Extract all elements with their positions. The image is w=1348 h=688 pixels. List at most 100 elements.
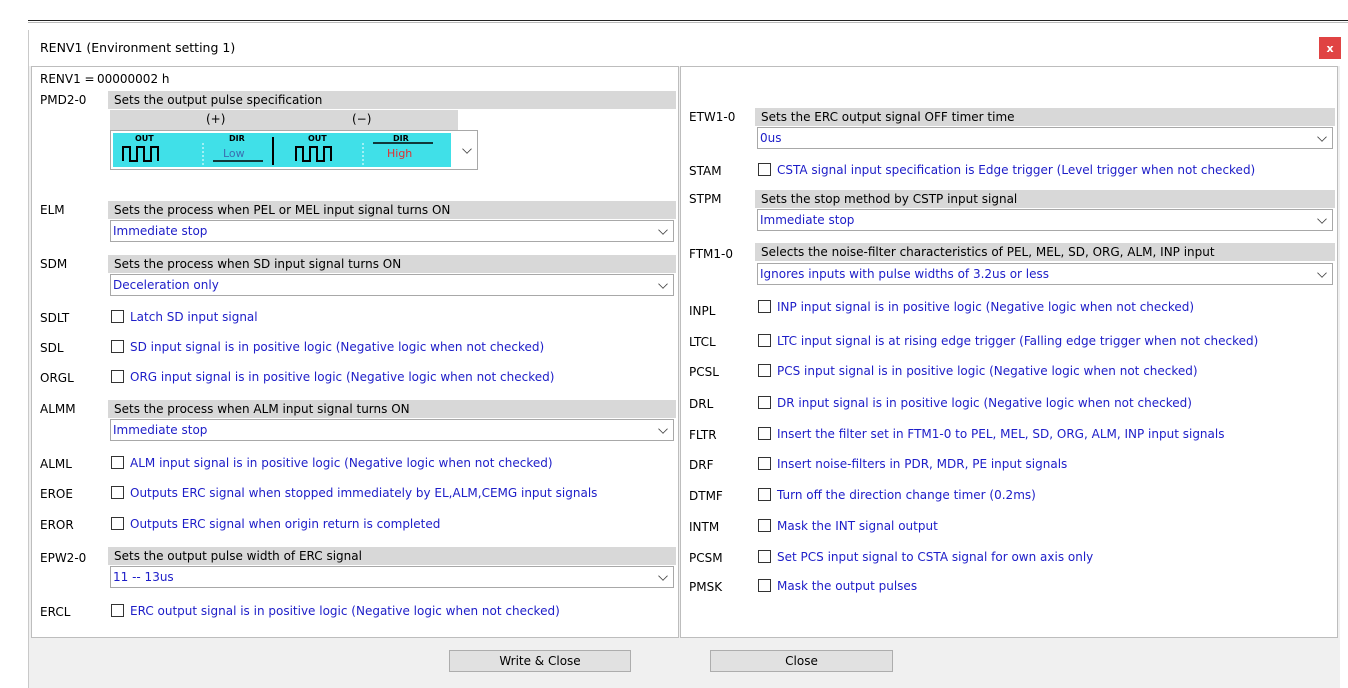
eroe-label: Outputs ERC signal when stopped immediat… [130,486,598,500]
renv1-dialog: RENV1 (Environment setting 1) x RENV1 = … [28,30,1341,688]
pulse-spec-select[interactable]: OUT DIR Low OUT DIR High [110,130,478,170]
chevron-down-icon [658,424,668,434]
sdl-code: SDL [40,341,64,355]
ftm-code: FTM1-0 [689,247,733,261]
inpl-code: INPL [689,304,716,318]
epw-code: EPW2-0 [40,551,87,565]
sdlt-code: SDLT [40,311,70,325]
stpm-select[interactable]: Immediate stop [757,209,1333,231]
checkbox-icon [111,370,124,383]
sdm-select[interactable]: Deceleration only [110,274,674,296]
chevron-down-icon [658,279,668,289]
drl-code: DRL [689,397,714,411]
inpl-checkbox[interactable]: INP input signal is in positive logic (N… [755,297,1335,317]
pcsl-checkbox[interactable]: PCS input signal is in positive logic (N… [755,361,1335,381]
dtmf-label: Turn off the direction change timer (0.2… [777,488,1036,502]
ercl-code: ERCL [40,605,71,619]
inpl-label: INP input signal is in positive logic (N… [777,300,1195,314]
chevron-down-icon [658,225,668,235]
intm-label: Mask the INT signal output [777,519,938,533]
sdl-checkbox[interactable]: SD input signal is in positive logic (Ne… [108,337,676,357]
close-icon[interactable]: x [1319,37,1341,59]
pulse-spec-image: OUT DIR Low OUT DIR High [113,133,451,167]
pcsm-checkbox[interactable]: Set PCS input signal to CSTA signal for … [755,547,1335,567]
eroe-checkbox[interactable]: Outputs ERC signal when stopped immediat… [108,483,676,503]
eroe-code: EROE [40,487,73,501]
eror-label: Outputs ERC signal when origin return is… [130,517,441,531]
alml-code: ALML [40,457,72,471]
checkbox-icon [758,579,771,592]
chevron-down-icon [658,571,668,581]
checkbox-icon [758,519,771,532]
register-label: RENV1 = [40,72,95,86]
checkbox-icon [758,300,771,313]
drl-label: DR input signal is in positive logic (Ne… [777,396,1192,410]
stam-checkbox[interactable]: CSTA signal input specification is Edge … [755,160,1335,180]
pmsk-label: Mask the output pulses [777,579,918,593]
ftm-value: Ignores inputs with pulse widths of 3.2u… [760,267,1050,281]
elm-value: Immediate stop [113,224,208,238]
pmd-code: PMD2-0 [40,93,87,107]
ercl-checkbox[interactable]: ERC output signal is in positive logic (… [108,601,676,621]
alml-checkbox[interactable]: ALM input signal is in positive logic (N… [108,453,676,473]
chevron-down-icon [462,144,472,154]
ftm-select[interactable]: Ignores inputs with pulse widths of 3.2u… [757,263,1333,285]
sdlt-label: Latch SD input signal [130,310,258,324]
ltcl-code: LTCL [689,335,716,349]
fltr-checkbox[interactable]: Insert the filter set in FTM1-0 to PEL, … [755,424,1335,444]
intm-code: INTM [689,520,720,534]
close-button[interactable]: Close [710,650,893,672]
window-title: RENV1 (Environment setting 1) [40,40,236,55]
sdm-value: Deceleration only [113,278,219,292]
epw-select[interactable]: 11 -- 13us [110,566,674,588]
ltcl-label: LTC input signal is at rising edge trigg… [777,334,1259,348]
orgl-checkbox[interactable]: ORG input signal is in positive logic (N… [108,367,676,387]
right-panel: ETW1-0 Sets the ERC output signal OFF ti… [680,66,1338,638]
pulse-dir-label: DIR [393,134,409,143]
eror-code: EROR [40,518,74,532]
checkbox-icon [758,550,771,563]
checkbox-icon [111,340,124,353]
ltcl-checkbox[interactable]: LTC input signal is at rising edge trigg… [755,331,1335,351]
checkbox-icon [758,427,771,440]
epw-value: 11 -- 13us [113,570,174,584]
checkbox-icon [758,396,771,409]
eror-checkbox[interactable]: Outputs ERC signal when origin return is… [108,514,676,534]
alml-label: ALM input signal is in positive logic (N… [130,456,553,470]
stpm-code: STPM [689,192,722,206]
pcsl-label: PCS input signal is in positive logic (N… [777,364,1198,378]
etw-header: Sets the ERC output signal OFF timer tim… [755,108,1335,126]
pcsl-code: PCSL [689,365,719,379]
sdl-label: SD input signal is in positive logic (Ne… [130,340,545,354]
sdm-code: SDM [40,257,68,271]
etw-select[interactable]: 0us [757,127,1333,149]
drl-checkbox[interactable]: DR input signal is in positive logic (Ne… [755,393,1335,413]
sdlt-checkbox[interactable]: Latch SD input signal [108,307,676,327]
almm-header: Sets the process when ALM input signal t… [108,400,676,418]
write-close-button[interactable]: Write & Close [449,650,631,672]
elm-select[interactable]: Immediate stop [110,220,674,242]
drf-code: DRF [689,458,714,472]
orgl-label: ORG input signal is in positive logic (N… [130,370,555,384]
epw-header: Sets the output pulse width of ERC signa… [108,547,676,565]
sdm-header: Sets the process when SD input signal tu… [108,255,676,273]
almm-select[interactable]: Immediate stop [110,419,674,441]
background-rule [28,22,1348,23]
title-bar: RENV1 (Environment setting 1) x [29,30,1341,66]
pmsk-checkbox[interactable]: Mask the output pulses [755,576,1335,596]
stpm-header: Sets the stop method by CSTP input signa… [755,190,1335,208]
stam-label: CSTA signal input specification is Edge … [777,163,1256,177]
dtmf-checkbox[interactable]: Turn off the direction change timer (0.2… [755,485,1335,505]
checkbox-icon [758,457,771,470]
fltr-label: Insert the filter set in FTM1-0 to PEL, … [777,427,1225,441]
drf-label: Insert noise-filters in PDR, MDR, PE inp… [777,457,1068,471]
drf-checkbox[interactable]: Insert noise-filters in PDR, MDR, PE inp… [755,454,1335,474]
checkbox-icon [758,163,771,176]
almm-value: Immediate stop [113,423,208,437]
etw-code: ETW1-0 [689,110,736,124]
checkbox-icon [111,456,124,469]
checkbox-icon [111,517,124,530]
minus-label: (−) [352,112,372,126]
intm-checkbox[interactable]: Mask the INT signal output [755,516,1335,536]
checkbox-icon [758,334,771,347]
